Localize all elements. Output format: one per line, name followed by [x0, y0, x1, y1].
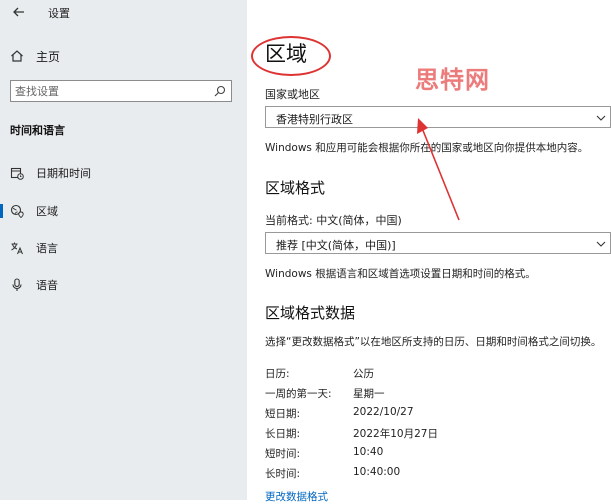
row-value: 10:40:00 [353, 466, 401, 478]
title-bar: 设置 [0, 0, 247, 26]
country-label: 国家或地区 [265, 88, 320, 101]
row-label: 长日期: [265, 428, 301, 440]
current-format-label: 当前格式: 中文(简体，中国) [265, 214, 402, 227]
microphone-icon [12, 278, 22, 291]
sidebar-item-speech[interactable]: 语音 [0, 272, 247, 298]
home-icon [11, 50, 23, 62]
format-heading: 区域格式 [265, 179, 326, 197]
format-selected-value: 推荐 [中文(简体，中国)] [276, 239, 396, 252]
page-title: 区域 [265, 42, 307, 66]
sidebar: 设置 主页 时间和语言 日期和时间 区域 [0, 0, 247, 500]
row-label: 短时间: [265, 448, 301, 460]
sidebar-item-date-time[interactable]: 日期和时间 [0, 160, 247, 186]
sidebar-item-region[interactable]: 区域 [0, 198, 247, 224]
sidebar-item-label: 日期和时间 [36, 167, 91, 180]
row-value: 星期一 [353, 388, 385, 400]
back-arrow-icon [13, 7, 24, 17]
row-value: 10:40 [353, 446, 384, 458]
watermark: 思特网 [415, 66, 490, 94]
search-input[interactable] [15, 83, 205, 99]
change-data-format-link[interactable]: 更改数据格式 [265, 489, 328, 504]
data-heading: 区域格式数据 [265, 304, 356, 322]
row-label: 一周的第一天: [265, 388, 332, 400]
chevron-down-icon [596, 241, 606, 247]
search-icon[interactable] [214, 85, 226, 97]
country-description: Windows 和应用可能会根据你所在的国家或地区向你提供本地内容。 [265, 142, 589, 154]
row-value: 公历 [353, 368, 374, 380]
row-value: 2022年10月27日 [353, 428, 438, 440]
sidebar-section-title: 时间和语言 [10, 124, 65, 137]
sidebar-item-label: 区域 [36, 205, 58, 218]
sidebar-item-home[interactable]: 主页 [10, 46, 60, 66]
window-title: 设置 [48, 7, 70, 20]
home-label: 主页 [36, 49, 61, 64]
row-label: 短日期: [265, 408, 301, 420]
chevron-down-icon [596, 115, 606, 121]
country-dropdown[interactable]: 香港特别行政区 [265, 106, 611, 128]
row-label: 日历: [265, 368, 290, 380]
country-selected-value: 香港特别行政区 [276, 113, 353, 126]
sidebar-item-label: 语音 [36, 279, 58, 292]
sidebar-item-label: 语言 [36, 242, 58, 255]
back-button[interactable] [10, 3, 28, 21]
sidebar-item-language[interactable]: 语言 [0, 235, 247, 261]
search-box[interactable] [10, 80, 232, 102]
main-content: 区域 思特网 国家或地区 香港特别行政区 Windows 和应用可能会根据你所在… [247, 0, 611, 503]
region-icon [10, 204, 24, 218]
format-description: Windows 根据语言和区域首选项设置日期和时间的格式。 [265, 268, 536, 280]
row-value: 2022/10/27 [353, 406, 414, 418]
language-icon [11, 242, 23, 255]
row-label: 长时间: [265, 468, 301, 480]
calendar-clock-icon [10, 167, 24, 180]
format-dropdown[interactable]: 推荐 [中文(简体，中国)] [265, 232, 611, 254]
data-description: 选择“更改数据格式”以在地区所支持的日历、日期和时间格式之间切换。 [265, 336, 602, 348]
